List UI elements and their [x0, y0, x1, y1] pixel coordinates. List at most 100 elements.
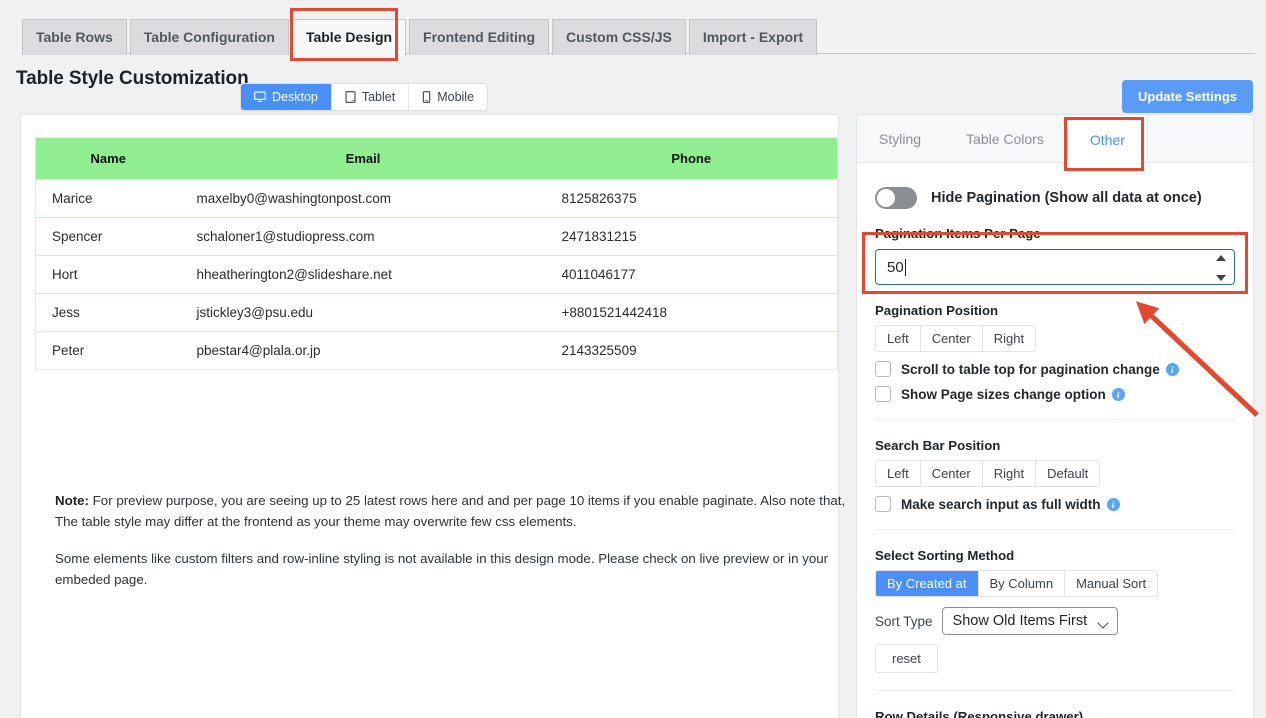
page-sizes-checkbox[interactable] [875, 386, 891, 402]
sorting-by-created-at[interactable]: By Created at [876, 571, 979, 596]
sort-type-label: Sort Type [875, 613, 933, 629]
note-paragraph-2: Some elements like custom filters and ro… [55, 551, 829, 587]
top-tabs: Table Rows Table Configuration Table Des… [22, 19, 820, 56]
column-header-email[interactable]: Email [180, 137, 546, 180]
items-per-page-stepper[interactable] [1214, 255, 1228, 281]
note-text-1: For preview purpose, you are seeing up t… [55, 493, 846, 529]
search-full-width-row: Make search input as full width i [875, 496, 1235, 512]
search-full-width-label: Make search input as full width i [901, 497, 1120, 512]
tab-table-design[interactable]: Table Design [291, 19, 407, 56]
tab-import-export[interactable]: Import - Export [688, 19, 818, 55]
preview-table-body: Marice maxelby0@washingtonpost.com 81258… [35, 179, 838, 370]
preview-header-row: Name Email Phone [35, 137, 838, 180]
page-title: Table Style Customization [16, 68, 249, 89]
device-button-mobile[interactable]: Mobile [409, 84, 488, 110]
cell-phone: 8125826375 [545, 179, 838, 218]
row-details-label: Row Details (Responsive drawer) [875, 709, 1084, 718]
search-position-left[interactable]: Left [876, 461, 921, 486]
cell-email: schaloner1@studiopress.com [180, 217, 546, 256]
cell-email: maxelby0@washingtonpost.com [180, 179, 546, 218]
device-button-tablet[interactable]: Tablet [331, 84, 410, 110]
hide-pagination-row: Hide Pagination (Show all data at once) [875, 187, 1235, 209]
pagination-position-group: Left Center Right [875, 325, 1037, 352]
update-settings-button[interactable]: Update Settings [1122, 80, 1253, 113]
note-paragraph-1: Note: For preview purpose, you are seein… [55, 490, 850, 532]
hide-pagination-toggle[interactable] [875, 187, 917, 209]
preview-table-head: Name Email Phone [35, 137, 838, 180]
cell-name: Peter [35, 331, 181, 370]
stepper-down-icon[interactable] [1216, 275, 1226, 281]
settings-tab-styling[interactable]: Styling [857, 115, 944, 162]
top-tab-strip: Table Rows Table Configuration Table Des… [0, 0, 1266, 56]
scroll-to-top-label: Scroll to table top for pagination chang… [901, 362, 1179, 377]
items-per-page-group: Pagination Items Per Page 50 [875, 226, 1235, 285]
sort-type-select[interactable]: Show Old Items First [941, 607, 1119, 635]
items-per-page-label: Pagination Items Per Page [875, 226, 1041, 241]
search-bar-position-label: Search Bar Position [875, 438, 1001, 453]
tab-table-configuration[interactable]: Table Configuration [129, 19, 289, 55]
search-position-right[interactable]: Right [983, 461, 1037, 486]
reset-button[interactable]: reset [875, 644, 938, 673]
settings-tab-other[interactable]: Other [1066, 115, 1148, 164]
cell-phone: 2471831215 [545, 217, 838, 256]
settings-body: Hide Pagination (Show all data at once) … [857, 187, 1253, 718]
settings-tab-table-colors[interactable]: Table Colors [944, 115, 1067, 162]
sorting-manual-sort[interactable]: Manual Sort [1065, 571, 1157, 596]
cell-email: jstickley3@psu.edu [180, 293, 546, 332]
sort-type-row: Sort Type Show Old Items First [875, 607, 1235, 635]
cell-name: Jess [35, 293, 181, 332]
info-icon[interactable]: i [1165, 363, 1179, 376]
cell-name: Hort [35, 255, 181, 294]
device-button-desktop[interactable]: Desktop [241, 84, 332, 110]
note-bold-label: Note: [55, 493, 89, 508]
page-sizes-row: Show Page sizes change option i [875, 386, 1235, 402]
stepper-up-icon[interactable] [1216, 255, 1226, 261]
items-per-page-input[interactable]: 50 [875, 249, 1235, 285]
cell-name: Marice [35, 179, 181, 218]
desktop-icon [254, 91, 266, 103]
hide-pagination-label: Hide Pagination (Show all data at once) [931, 190, 1202, 206]
pagination-position-left[interactable]: Left [876, 326, 921, 351]
scroll-to-top-row: Scroll to table top for pagination chang… [875, 361, 1235, 377]
search-bar-position-group: Left Center Right Default [875, 460, 1101, 487]
device-label-tablet: Tablet [361, 90, 396, 104]
divider [875, 419, 1235, 420]
tab-frontend-editing[interactable]: Frontend Editing [409, 19, 550, 55]
cell-name: Spencer [35, 217, 181, 256]
column-header-phone[interactable]: Phone [545, 137, 838, 180]
cell-phone: 4011046177 [545, 255, 838, 294]
info-icon[interactable]: i [1106, 498, 1120, 511]
scroll-to-top-text: Scroll to table top for pagination chang… [901, 361, 1160, 377]
settings-tabs: Styling Table Colors Other [857, 115, 1253, 164]
divider [875, 690, 1235, 691]
column-header-name[interactable]: Name [35, 137, 181, 180]
pagination-position-label: Pagination Position [875, 303, 999, 318]
tab-table-rows[interactable]: Table Rows [22, 19, 127, 55]
tab-custom-css-js[interactable]: Custom CSS/JS [552, 19, 686, 55]
table-row: Jess jstickley3@psu.edu +8801521442418 [35, 293, 838, 332]
sorting-method-group: By Created at By Column Manual Sort [875, 570, 1159, 597]
pagination-position-right[interactable]: Right [983, 326, 1035, 351]
cell-email: hheatherington2@slideshare.net [180, 255, 546, 294]
table-preview-card: Name Email Phone Marice maxelby0@washing… [20, 114, 845, 718]
sort-type-value: Show Old Items First [952, 613, 1088, 629]
page-header: Table Style Customization Desktop Tablet… [0, 54, 1266, 114]
info-icon[interactable]: i [1111, 388, 1125, 401]
divider [875, 529, 1235, 530]
device-label-desktop: Desktop [272, 90, 318, 104]
search-position-default[interactable]: Default [1036, 461, 1099, 486]
page-sizes-text: Show Page sizes change option [901, 386, 1106, 402]
sorting-by-column[interactable]: By Column [979, 571, 1066, 596]
tablet-icon [345, 91, 356, 103]
pagination-position-center[interactable]: Center [921, 326, 983, 351]
cell-phone: +8801521442418 [545, 293, 838, 332]
table-row: Marice maxelby0@washingtonpost.com 81258… [35, 179, 838, 218]
search-full-width-checkbox[interactable] [875, 496, 891, 512]
search-position-center[interactable]: Center [921, 461, 983, 486]
device-preview-group: Desktop Tablet Mobile [240, 83, 489, 111]
scroll-to-top-checkbox[interactable] [875, 361, 891, 377]
device-label-mobile: Mobile [437, 90, 475, 104]
cell-email: pbestar4@plala.or.jp [180, 331, 546, 370]
page-sizes-label: Show Page sizes change option i [901, 387, 1125, 402]
cell-phone: 2143325509 [545, 331, 838, 370]
